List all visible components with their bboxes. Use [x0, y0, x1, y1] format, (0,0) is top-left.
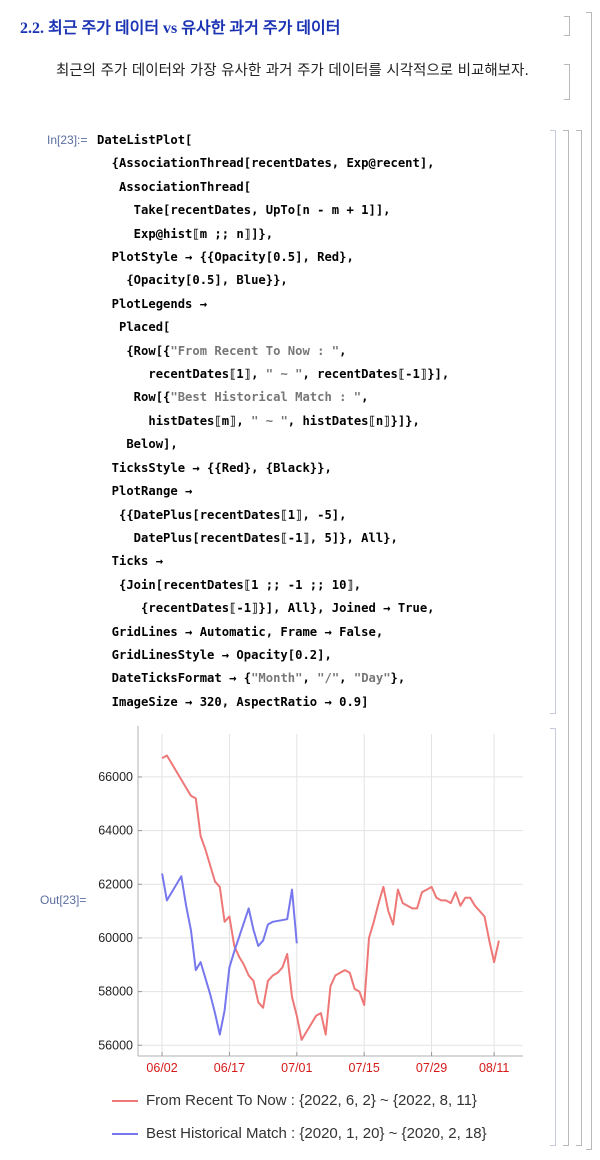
- output-cell-bracket[interactable]: [550, 728, 556, 1146]
- text-cell-bracket[interactable]: [564, 64, 570, 100]
- date-list-plot[interactable]: 56000 58000 60000 62000 64000 66000 06/02 06/17…: [98, 720, 538, 1080]
- y-tick-label: 58000: [98, 985, 133, 999]
- output-label: Out[23]=: [40, 893, 87, 907]
- x-tick-label: 06/02: [146, 1061, 177, 1075]
- y-tick-label: 62000: [98, 877, 133, 891]
- string-literal: "Best Historical Match : ": [170, 390, 362, 405]
- string-literal: "Day": [353, 671, 391, 686]
- series-line-recent: [161, 754, 500, 1041]
- legend-label-recent: From Recent To Now : {2022, 6, 2} ~ {202…: [146, 1092, 477, 1109]
- x-tick-label: 07/29: [416, 1061, 447, 1075]
- y-tick-label: 56000: [98, 1038, 133, 1052]
- heading-cell-bracket[interactable]: [564, 16, 570, 36]
- string-literal: "From Recent To Now : ": [170, 343, 340, 358]
- section-group-bracket[interactable]: [586, 12, 592, 1150]
- plot-legend: From Recent To Now : {2022, 6, 2} ~ {202…: [112, 1084, 487, 1150]
- x-tick-label: 07/15: [349, 1061, 380, 1075]
- y-tick-label: 64000: [98, 824, 133, 838]
- string-literal: " ~ ": [251, 413, 288, 428]
- x-tick-label: 07/01: [281, 1061, 312, 1075]
- string-literal: " ~ ": [265, 367, 303, 382]
- group-bracket-inner[interactable]: [563, 130, 569, 1146]
- legend-swatch-recent: [112, 1099, 138, 1102]
- string-literal: "/": [317, 671, 340, 686]
- input-code[interactable]: DateListPlot[ {AssociationThread[recentD…: [97, 129, 449, 714]
- input-label: In[23]:=: [47, 133, 88, 147]
- y-tick-label: 60000: [98, 931, 133, 945]
- legend-label-historical: Best Historical Match : {2020, 1, 20} ~ …: [146, 1125, 487, 1142]
- y-tick-label: 66000: [98, 770, 133, 784]
- section-heading: 2.2. 최근 주가 데이터 vs 유사한 과거 주가 데이터: [20, 20, 341, 37]
- legend-item-historical: Best Historical Match : {2020, 1, 20} ~ …: [112, 1117, 487, 1150]
- legend-item-recent: From Recent To Now : {2022, 6, 2} ~ {202…: [112, 1084, 487, 1117]
- legend-swatch-historical: [112, 1132, 138, 1135]
- x-tick-label: 06/17: [214, 1061, 245, 1075]
- x-tick-label: 08/11: [479, 1061, 509, 1075]
- input-cell-bracket[interactable]: [550, 130, 556, 714]
- string-literal: "Month": [251, 671, 303, 686]
- group-bracket-outer[interactable]: [576, 130, 582, 1146]
- text-cell: 최근의 주가 데이터와 가장 유사한 과거 주가 데이터를 시각적으로 비교해보…: [56, 63, 529, 79]
